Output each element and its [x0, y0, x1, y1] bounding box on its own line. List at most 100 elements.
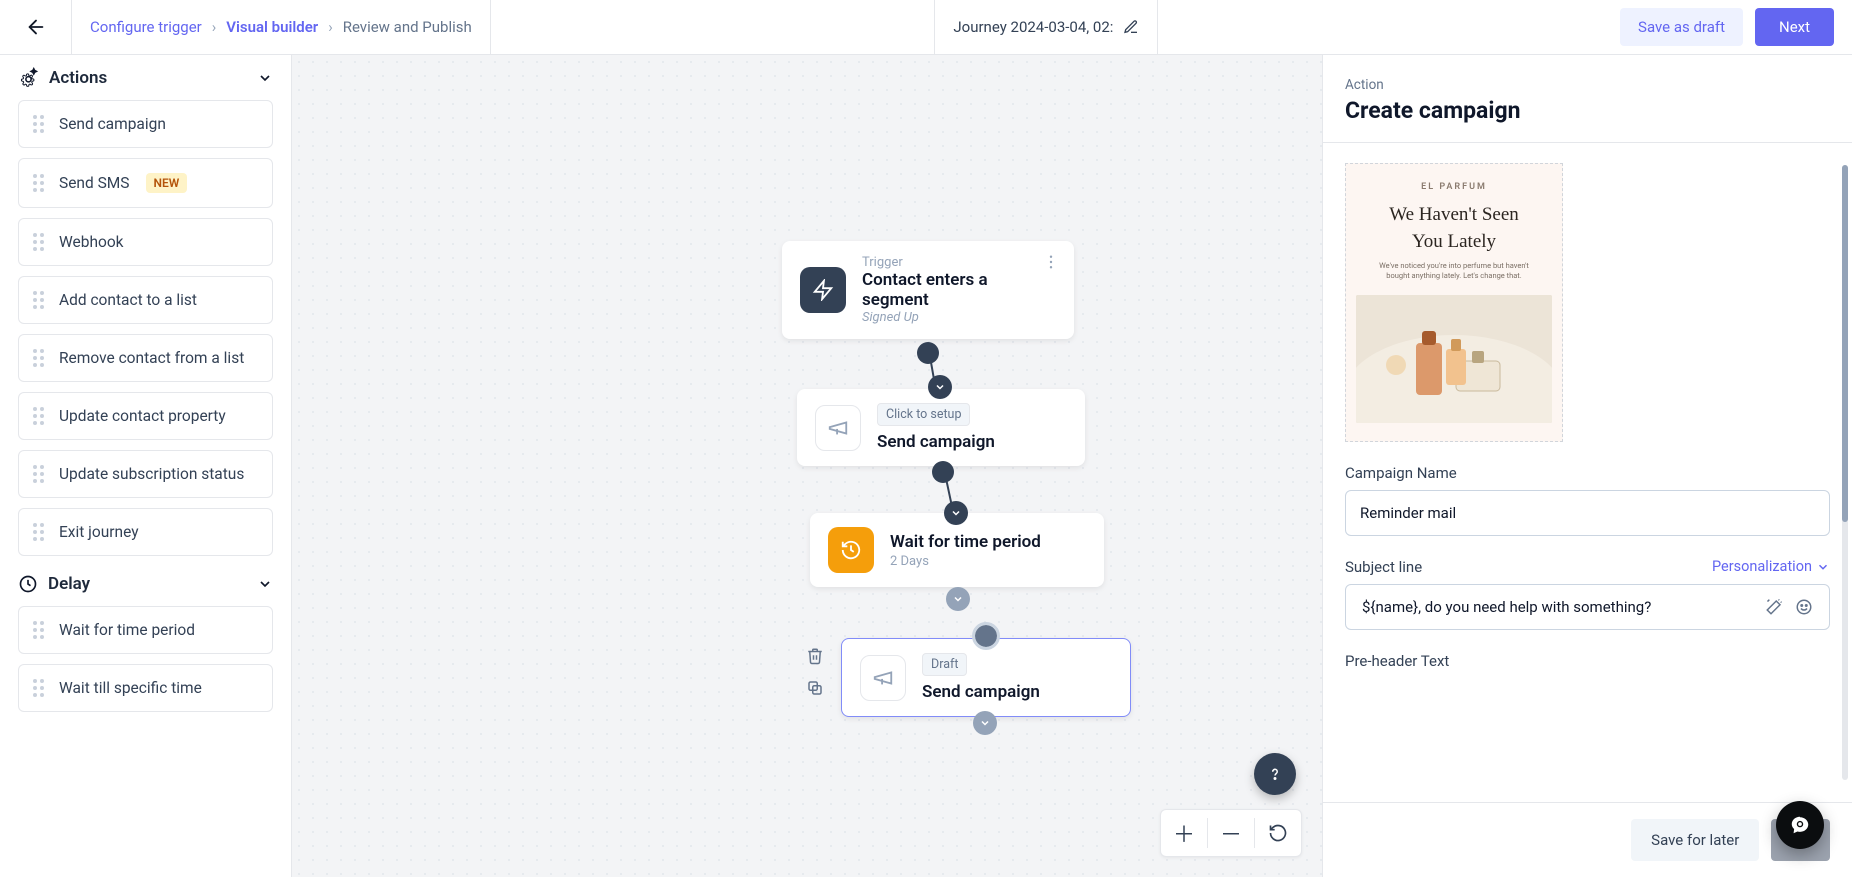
- node-title: Wait for time period: [890, 532, 1041, 552]
- save-for-later-button[interactable]: Save for later: [1631, 819, 1759, 861]
- action-item-update-contact-property[interactable]: Update contact property: [18, 392, 273, 440]
- breadcrumb: Configure trigger › Visual builder › Rev…: [72, 0, 491, 55]
- node-more-button[interactable]: [1042, 253, 1060, 271]
- action-item-add-contact-to-a-list[interactable]: Add contact to a list: [18, 276, 273, 324]
- chevron-right-icon: ›: [328, 18, 333, 36]
- delay-item-wait-for-time-period[interactable]: Wait for time period: [18, 606, 273, 654]
- copy-icon: [806, 679, 824, 697]
- action-item-label: Update contact property: [59, 407, 226, 425]
- edge-handle[interactable]: [932, 461, 954, 483]
- action-item-label: Send SMS: [59, 174, 130, 192]
- preview-headline-2: You Lately: [1412, 229, 1496, 256]
- breadcrumb-configure-trigger[interactable]: Configure trigger: [90, 18, 202, 36]
- pencil-icon: [1123, 19, 1139, 35]
- chevron-right-icon: ›: [212, 18, 217, 36]
- edge-handle[interactable]: [975, 625, 997, 647]
- node-title: Send campaign: [922, 682, 1040, 702]
- subject-line-label: Subject line: [1345, 558, 1422, 576]
- action-item-label: Exit journey: [59, 523, 139, 541]
- emoji-button[interactable]: [1789, 598, 1819, 616]
- node-status-chip: Draft: [922, 653, 967, 676]
- edit-journey-name-button[interactable]: [1123, 19, 1139, 35]
- next-button[interactable]: Next: [1755, 8, 1834, 46]
- chevron-down-icon: [257, 576, 273, 592]
- canvas-node-trigger[interactable]: Trigger Contact enters a segment Signed …: [782, 241, 1074, 339]
- ai-generate-button[interactable]: [1759, 598, 1789, 616]
- action-item-update-subscription-status[interactable]: Update subscription status: [18, 450, 273, 498]
- gear-sparkle-icon: [18, 67, 39, 88]
- action-item-label: Remove contact from a list: [59, 349, 244, 367]
- chevron-down-icon: [934, 381, 946, 393]
- node-title: Send campaign: [877, 432, 995, 452]
- actions-section-header[interactable]: Actions: [18, 67, 273, 88]
- trash-icon: [806, 647, 824, 665]
- action-item-webhook[interactable]: Webhook: [18, 218, 273, 266]
- email-template-preview[interactable]: EL PARFUM We Haven't Seen You Lately We'…: [1345, 163, 1563, 442]
- preview-brand: EL PARFUM: [1421, 182, 1487, 192]
- preview-body: We've noticed you're into perfume but ha…: [1369, 261, 1539, 281]
- delay-item-wait-till-specific-time[interactable]: Wait till specific time: [18, 664, 273, 712]
- drag-handle-icon: [33, 115, 47, 133]
- canvas-node-send-campaign-2[interactable]: Draft Send campaign: [841, 638, 1131, 717]
- edge-add-button[interactable]: [928, 375, 952, 399]
- edge-add-button[interactable]: [946, 587, 970, 611]
- zoom-controls: ＋ －: [1160, 809, 1302, 857]
- chevron-down-icon: [257, 70, 273, 86]
- actions-section-label: Actions: [49, 68, 107, 88]
- dots-vertical-icon: [1042, 253, 1060, 271]
- drag-handle-icon: [33, 465, 47, 483]
- drag-handle-icon: [33, 291, 47, 309]
- actions-sidebar: Actions Send campaign Send SMSNEW Webhook A…: [0, 55, 292, 877]
- delay-section-label: Delay: [48, 574, 90, 594]
- action-item-exit-journey[interactable]: Exit journey: [18, 508, 273, 556]
- preview-headline-1: We Haven't Seen: [1389, 202, 1519, 229]
- action-item-label: Send campaign: [59, 115, 166, 133]
- chevron-down-icon: [979, 717, 991, 729]
- breadcrumb-visual-builder[interactable]: Visual builder: [226, 18, 318, 36]
- delay-item-label: Wait till specific time: [59, 679, 202, 697]
- question-icon: [1266, 765, 1284, 783]
- drag-handle-icon: [33, 233, 47, 251]
- save-as-draft-button[interactable]: Save as draft: [1620, 8, 1743, 46]
- panel-kicker: Action: [1345, 77, 1830, 93]
- panel-title: Create campaign: [1345, 97, 1830, 124]
- chat-widget-button[interactable]: [1776, 801, 1824, 849]
- action-item-remove-contact-from-a-list[interactable]: Remove contact from a list: [18, 334, 273, 382]
- preview-image: [1356, 295, 1552, 423]
- journey-canvas[interactable]: Trigger Contact enters a segment Signed …: [292, 55, 1322, 877]
- personalization-dropdown[interactable]: Personalization: [1712, 558, 1830, 575]
- clock-icon: [18, 574, 38, 594]
- bolt-icon: [800, 267, 846, 313]
- chevron-down-icon: [1816, 560, 1830, 574]
- edge-add-button[interactable]: [944, 501, 968, 525]
- breadcrumb-review-publish[interactable]: Review and Publish: [343, 18, 472, 36]
- drag-handle-icon: [33, 174, 47, 192]
- edge-handle[interactable]: [917, 342, 939, 364]
- help-button[interactable]: [1254, 753, 1296, 795]
- delay-item-label: Wait for time period: [59, 621, 195, 639]
- drag-handle-icon: [33, 407, 47, 425]
- smile-icon: [1795, 598, 1813, 616]
- journey-name-text: Journey 2024-03-04, 02:: [953, 18, 1113, 36]
- back-button[interactable]: [0, 0, 72, 55]
- journey-name: Journey 2024-03-04, 02:: [934, 0, 1158, 55]
- subject-line-input[interactable]: [1356, 585, 1759, 629]
- node-status-chip: Click to setup: [877, 403, 970, 426]
- action-item-send-sms[interactable]: Send SMSNEW: [18, 158, 273, 208]
- chevron-down-icon: [950, 507, 962, 519]
- zoom-reset-button[interactable]: [1255, 809, 1301, 857]
- canvas-node-send-campaign-1[interactable]: Click to setup Send campaign: [797, 389, 1085, 466]
- action-item-label: Webhook: [59, 233, 124, 251]
- delay-section-header[interactable]: Delay: [18, 574, 273, 594]
- action-item-send-campaign[interactable]: Send campaign: [18, 100, 273, 148]
- zoom-in-button[interactable]: ＋: [1161, 809, 1207, 857]
- zoom-out-button[interactable]: －: [1208, 809, 1254, 857]
- duplicate-node-button[interactable]: [804, 677, 826, 699]
- right-panel: Action Create campaign EL PARFUM We Have…: [1322, 55, 1852, 877]
- edge-add-button[interactable]: [973, 711, 997, 735]
- drag-handle-icon: [33, 349, 47, 367]
- delete-node-button[interactable]: [804, 645, 826, 667]
- magic-wand-icon: [1765, 598, 1783, 616]
- campaign-name-input[interactable]: [1345, 490, 1830, 536]
- scrollbar[interactable]: [1842, 165, 1848, 780]
